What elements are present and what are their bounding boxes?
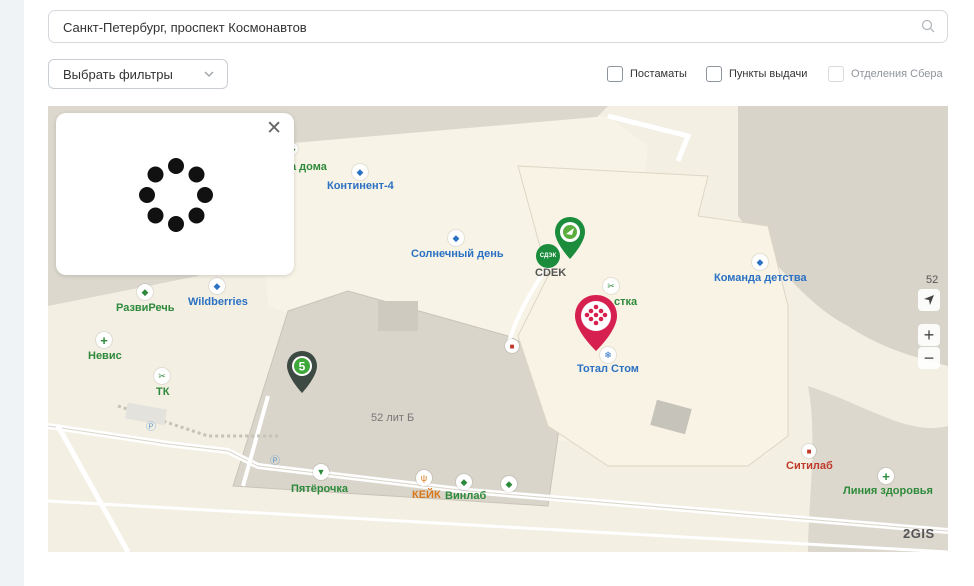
poi-sitilab-icon[interactable]: ■	[802, 444, 816, 458]
cdek-map-pin-icon[interactable]	[554, 216, 586, 260]
zoom-out-button[interactable]: −	[918, 347, 940, 369]
poi-cdek-label[interactable]: CDEK	[535, 267, 566, 279]
poi-liniya-label[interactable]: Линия здоровья	[843, 485, 933, 497]
poi-total-label[interactable]: Тотал Стом	[577, 363, 639, 375]
poi-vinlab-label[interactable]: Винлаб	[445, 490, 486, 502]
filters-dropdown-label: Выбрать фильтры	[63, 67, 173, 82]
search-icon[interactable]	[921, 19, 935, 33]
poi-total-icon[interactable]: ❄	[600, 347, 616, 363]
pin-five-text: 5	[299, 360, 306, 374]
address-search-field[interactable]: Санкт-Петербург, проспект Космонавтов	[48, 10, 948, 43]
checkbox-pickup-points[interactable]: Пункты выдачи	[706, 65, 807, 83]
poi-wildberries-icon[interactable]: ◆	[209, 278, 225, 294]
zoom-level-label: 52	[926, 274, 939, 286]
poi-sitilab-label[interactable]: Ситилаб	[786, 460, 833, 472]
locate-me-button[interactable]	[918, 289, 940, 311]
checkbox-box[interactable]	[607, 66, 623, 82]
zoom-out-icon: −	[923, 347, 935, 368]
poi-pyaterochka-icon[interactable]: ▼	[313, 464, 329, 480]
poi-solnechny-label[interactable]: Солнечный день	[411, 248, 504, 260]
checkbox-postamaty[interactable]: Постаматы	[607, 65, 687, 83]
checkbox-box[interactable]	[706, 66, 722, 82]
poi-nevis-label[interactable]: Невис	[88, 350, 122, 362]
2gis-logo[interactable]: 2GIS	[903, 526, 935, 541]
poi-razvirech-icon[interactable]: ◆	[137, 284, 153, 300]
checkbox-label: Пункты выдачи	[729, 68, 808, 80]
poi-scissors-icon[interactable]: ✂	[603, 278, 619, 294]
poi-extra-icon[interactable]: ◆	[501, 476, 517, 492]
loading-popup: ✕	[56, 113, 294, 275]
filters-dropdown[interactable]: Выбрать фильтры	[48, 59, 228, 89]
chevron-down-icon	[204, 71, 214, 77]
selected-map-pin-icon[interactable]	[574, 294, 618, 352]
poi-komanda-icon[interactable]: ◆	[752, 254, 768, 270]
checkbox-box	[828, 66, 844, 82]
poi-komanda-label[interactable]: Команда детства	[714, 272, 807, 284]
poi-pyaterochka-label[interactable]: Пятёрочка	[291, 483, 348, 495]
poi-razvirech-label[interactable]: РазвиРечь	[116, 302, 175, 314]
poi-tk-label[interactable]: ТК	[156, 386, 169, 398]
poi-liniya-icon[interactable]: +	[878, 468, 894, 484]
poi-tk-icon[interactable]: ✂	[154, 368, 170, 384]
checkbox-label: Отделения Сбера	[851, 68, 943, 80]
checkbox-sber-branches: Отделения Сбера	[828, 65, 943, 83]
loading-spinner-icon	[139, 158, 213, 232]
navigation-arrow-icon	[924, 295, 934, 305]
parking-icon-2: Ⓟ	[146, 422, 156, 433]
checkbox-label: Постаматы	[630, 68, 687, 80]
poi-pharmacy-icon[interactable]: ■	[505, 339, 519, 353]
zoom-in-button[interactable]: +	[918, 324, 940, 346]
parking-icon: Ⓟ	[270, 456, 280, 467]
poi-solnechny-icon[interactable]: ◆	[448, 230, 464, 246]
poi-kontinent-icon[interactable]: ◆	[352, 164, 368, 180]
poi-kontinent-label[interactable]: Континент-4	[327, 180, 394, 192]
poi-nevis-icon[interactable]: +	[96, 332, 112, 348]
poi-keik-label[interactable]: КЕЙК	[412, 489, 441, 501]
poi-vinlab-icon[interactable]: ◆	[456, 474, 472, 490]
poi-keik-icon[interactable]: ψ	[416, 470, 432, 486]
poi-doma-label[interactable]: а дома	[290, 161, 327, 173]
zoom-in-icon: +	[923, 324, 935, 345]
search-input[interactable]: Санкт-Петербург, проспект Космонавтов	[63, 20, 307, 35]
poi-wildberries-label[interactable]: Wildberries	[188, 296, 248, 308]
building-number-label: 52 лит Б	[371, 412, 415, 424]
close-icon[interactable]: ✕	[266, 119, 282, 138]
pyaterochka-map-pin-icon[interactable]: 5	[286, 350, 318, 394]
